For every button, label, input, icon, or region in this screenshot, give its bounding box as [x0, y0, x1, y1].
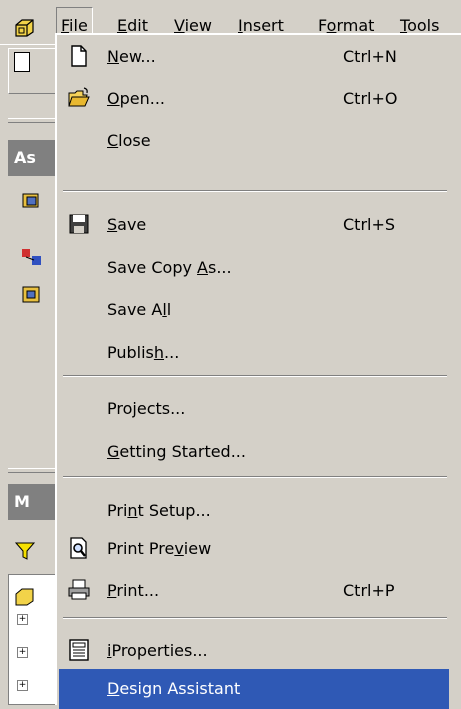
menu-item-publish[interactable]: Publish...	[59, 333, 449, 373]
menu-item-new[interactable]: New... Ctrl+N	[59, 37, 449, 77]
shortcut-open: Ctrl+O	[343, 89, 398, 108]
menu-item-save[interactable]: Save Ctrl+S	[59, 205, 449, 245]
new-document-icon	[71, 45, 87, 67]
tree-expand-icon[interactable]: +	[17, 614, 28, 625]
print-preview-icon	[70, 537, 87, 559]
assembly-root-icon	[15, 588, 34, 606]
panel-grip[interactable]	[8, 118, 58, 123]
toolbar-new-icon[interactable]	[14, 52, 30, 72]
menu-item-print-preview[interactable]: Print Preview	[59, 529, 449, 569]
menu-item-getting-started[interactable]: Getting Started...	[59, 432, 449, 472]
file-dropdown-menu: New... Ctrl+N Open... Ctrl+O Close Save …	[55, 33, 461, 709]
menu-item-print-setup[interactable]: Print Setup...	[59, 491, 449, 531]
tree-expand-icon[interactable]: +	[17, 680, 28, 691]
app-logo-icon	[15, 19, 34, 37]
menu-item-save-all[interactable]: Save All	[59, 290, 449, 330]
component-tool-icon[interactable]	[20, 284, 44, 306]
shortcut-print: Ctrl+P	[343, 581, 395, 600]
constraint-tool-icon[interactable]	[20, 246, 44, 268]
shortcut-save: Ctrl+S	[343, 215, 396, 234]
open-folder-icon	[68, 87, 90, 107]
iproperties-icon	[69, 639, 89, 661]
menu-item-design-assistant[interactable]: Design Assistant	[59, 669, 449, 709]
menu-item-print[interactable]: Print... Ctrl+P	[59, 571, 449, 611]
menu-item-projects[interactable]: Projects...	[59, 389, 449, 429]
panel-grip-2[interactable]	[8, 468, 58, 473]
menu-separator	[63, 617, 447, 619]
save-disk-icon	[69, 214, 89, 234]
menu-item-iproperties[interactable]: iProperties...	[59, 631, 449, 671]
shortcut-new: Ctrl+N	[343, 47, 397, 66]
printer-icon	[68, 579, 90, 600]
menu-item-save-copy-as[interactable]: Save Copy As...	[59, 248, 449, 288]
tree-expand-icon[interactable]: +	[17, 647, 28, 658]
menu-item-close[interactable]: Close	[59, 121, 449, 161]
assembly-tool-icon[interactable]	[20, 190, 44, 212]
filter-icon[interactable]	[14, 540, 36, 562]
menu-separator	[63, 375, 447, 377]
menu-separator	[63, 190, 447, 192]
menu-item-open[interactable]: Open... Ctrl+O	[59, 79, 449, 119]
menu-separator	[63, 476, 447, 478]
